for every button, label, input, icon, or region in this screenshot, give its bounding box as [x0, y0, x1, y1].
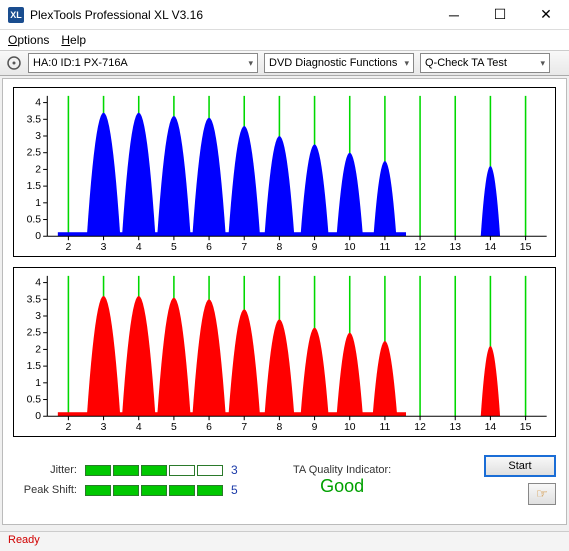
segment	[169, 465, 195, 476]
chart-top: 0 0.5 1 1.5 2 2.5 3 3.5 4 2 3 4 5 6 7 8 9 10 11 12 13 14 15	[13, 87, 556, 257]
svg-text:11: 11	[380, 242, 391, 253]
segment	[85, 485, 111, 496]
svg-text:3.5: 3.5	[27, 114, 42, 125]
drive-icon	[6, 55, 22, 71]
segment	[141, 465, 167, 476]
segment	[197, 485, 223, 496]
svg-text:14: 14	[485, 242, 497, 253]
svg-text:14: 14	[485, 422, 497, 433]
svg-text:4: 4	[136, 422, 142, 433]
svg-text:2: 2	[66, 242, 72, 253]
svg-text:4: 4	[35, 278, 41, 289]
maximize-button[interactable]: ☐	[477, 0, 523, 30]
jitter-value: 3	[231, 463, 245, 477]
svg-text:1.5: 1.5	[27, 361, 42, 372]
quality-block: TA Quality Indicator: Good	[293, 464, 391, 497]
function-select[interactable]: DVD Diagnostic Functions	[264, 53, 414, 73]
toolbar: HA:0 ID:1 PX-716A DVD Diagnostic Functio…	[0, 50, 569, 76]
bottom-panel: Jitter: 3 Peak Shift: 5 TA Quality Indic…	[13, 455, 556, 505]
stats-block: Jitter: 3 Peak Shift: 5	[13, 463, 245, 497]
minimize-button[interactable]: ─	[431, 0, 477, 30]
drive-select-value: HA:0 ID:1 PX-716A	[33, 57, 128, 69]
svg-text:10: 10	[344, 242, 356, 253]
quality-value: Good	[320, 476, 364, 497]
svg-text:15: 15	[520, 242, 532, 253]
svg-text:2: 2	[35, 165, 41, 176]
segment	[197, 465, 223, 476]
window-title: PlexTools Professional XL V3.16	[30, 8, 431, 22]
menu-help[interactable]: Help	[61, 33, 86, 47]
svg-text:8: 8	[277, 242, 283, 253]
svg-text:4: 4	[136, 242, 142, 253]
function-select-value: DVD Diagnostic Functions	[269, 57, 397, 69]
svg-text:3: 3	[101, 242, 107, 253]
segment	[141, 485, 167, 496]
app-icon: XL	[8, 7, 24, 23]
svg-text:5: 5	[171, 422, 177, 433]
svg-text:2: 2	[35, 345, 41, 356]
svg-text:9: 9	[312, 422, 318, 433]
svg-text:2.5: 2.5	[27, 148, 42, 159]
jitter-bar	[85, 465, 223, 476]
jitter-label: Jitter:	[13, 464, 77, 476]
statusbar: Ready	[0, 531, 569, 551]
svg-text:2.5: 2.5	[27, 328, 42, 339]
svg-text:4: 4	[35, 98, 41, 109]
svg-text:0: 0	[35, 411, 41, 422]
titlebar: XL PlexTools Professional XL V3.16 ─ ☐ ✕	[0, 0, 569, 30]
menu-options[interactable]: Options	[8, 33, 49, 47]
menubar: Options Help	[0, 30, 569, 50]
svg-text:3: 3	[35, 311, 41, 322]
test-select-value: Q-Check TA Test	[425, 57, 507, 69]
peakshift-row: Peak Shift: 5	[13, 483, 245, 497]
close-button[interactable]: ✕	[523, 0, 569, 30]
svg-text:13: 13	[449, 422, 461, 433]
svg-text:3: 3	[101, 422, 107, 433]
quality-label: TA Quality Indicator:	[293, 464, 391, 476]
svg-text:1.5: 1.5	[27, 181, 42, 192]
svg-text:1: 1	[35, 378, 41, 389]
chart-bottom: 0 0.5 1 1.5 2 2.5 3 3.5 4 2 3 4 5 6 7 8 9 10 11 12 13 14 15	[13, 267, 556, 437]
svg-text:6: 6	[206, 422, 212, 433]
svg-text:2: 2	[66, 422, 72, 433]
svg-text:6: 6	[206, 242, 212, 253]
svg-text:7: 7	[241, 242, 247, 253]
status-text: Ready	[8, 534, 40, 546]
svg-text:9: 9	[312, 242, 318, 253]
peakshift-value: 5	[231, 483, 245, 497]
test-select[interactable]: Q-Check TA Test	[420, 53, 550, 73]
segment	[113, 485, 139, 496]
right-buttons: Start ☞	[484, 455, 556, 505]
svg-text:0.5: 0.5	[27, 215, 42, 226]
svg-text:12: 12	[414, 422, 426, 433]
content-panel: 00.511.522.533.5423456789101112131415 00…	[2, 78, 567, 525]
peakshift-bar	[85, 485, 223, 496]
svg-text:1: 1	[35, 198, 41, 209]
svg-text:5: 5	[171, 242, 177, 253]
svg-text:3.5: 3.5	[27, 294, 42, 305]
svg-text:15: 15	[520, 422, 532, 433]
svg-text:11: 11	[380, 422, 391, 433]
options-icon-button[interactable]: ☞	[528, 483, 556, 505]
hand-icon: ☞	[536, 486, 548, 502]
svg-text:13: 13	[449, 242, 461, 253]
svg-text:0.5: 0.5	[27, 395, 42, 406]
peakshift-label: Peak Shift:	[13, 484, 77, 496]
svg-text:10: 10	[344, 422, 356, 433]
svg-text:12: 12	[414, 242, 426, 253]
segment	[169, 485, 195, 496]
drive-select[interactable]: HA:0 ID:1 PX-716A	[28, 53, 258, 73]
svg-text:7: 7	[241, 422, 247, 433]
svg-text:8: 8	[277, 422, 283, 433]
svg-text:3: 3	[35, 131, 41, 142]
svg-text:0: 0	[35, 231, 41, 242]
segment	[85, 465, 111, 476]
jitter-row: Jitter: 3	[13, 463, 245, 477]
start-button[interactable]: Start	[484, 455, 556, 477]
segment	[113, 465, 139, 476]
